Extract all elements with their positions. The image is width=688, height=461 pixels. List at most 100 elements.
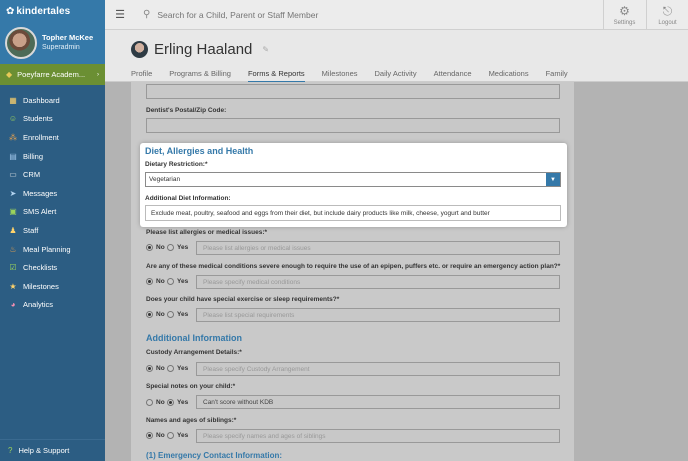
content-area: Dentist's Postal/Zip Code: Please list a… (105, 82, 688, 461)
sidebar-item-meal-planning[interactable]: ♨ Meal Planning (0, 240, 105, 259)
epipen-label: Are any of these medical conditions seve… (146, 263, 561, 270)
tab-daily-activity[interactable]: Daily Activity (375, 69, 417, 83)
siblings-label: Names and ages of siblings:* (146, 417, 237, 424)
postal-field[interactable] (146, 118, 560, 133)
child-avatar (131, 41, 148, 58)
tab-attendance[interactable]: Attendance (434, 69, 472, 83)
child-header: Erling Haaland ✎ Profile Programs & Bill… (105, 30, 688, 83)
help-label: Help & Support (18, 446, 70, 455)
special-notes-yes-radio[interactable]: Yes (167, 399, 188, 406)
chevron-right-icon: › (97, 71, 99, 78)
sidebar-item-analytics[interactable]: ◕ Analytics (0, 296, 105, 315)
milestones-icon: ★ (9, 281, 17, 291)
students-icon: ☺ (8, 114, 18, 124)
custody-no-radio[interactable]: No (146, 365, 165, 372)
diet-section-title: Diet, Allergies and Health (145, 146, 254, 156)
sidebar-nav: ▦ Dashboard ☺ Students ⁂ Enrollment ▤ Billin… (0, 91, 105, 314)
tab-programs-billing[interactable]: Programs & Billing (169, 69, 231, 83)
allergies-no-radio[interactable]: No (146, 244, 165, 251)
sidebar-item-label: Dashboard (23, 95, 60, 105)
checklist-icon: ☑ (9, 263, 17, 273)
tab-milestones[interactable]: Milestones (322, 69, 358, 83)
sidebar-item-students[interactable]: ☺ Students (0, 110, 105, 129)
settings-button[interactable]: ⚙ Settings (603, 0, 645, 30)
diet-info-field[interactable]: Exclude meat, poultry, seafood and eggs … (145, 205, 561, 221)
sidebar-item-label: SMS Alert (23, 207, 57, 217)
exercise-yes-radio[interactable]: Yes (167, 311, 188, 318)
school-selector[interactable]: ◆ Poeyfarre Academ... › (0, 64, 105, 85)
billing-icon: ▤ (9, 151, 17, 161)
sidebar-item-label: Milestones (23, 281, 59, 291)
custody-label: Custody Arrangement Details:* (146, 349, 242, 356)
epipen-yes-radio[interactable]: Yes (167, 278, 188, 285)
staff-icon: ♟ (9, 225, 17, 235)
sidebar-item-checklists[interactable]: ☑ Checklists (0, 258, 105, 277)
dashboard-icon: ▦ (9, 95, 17, 105)
tab-profile[interactable]: Profile (131, 69, 152, 83)
custody-field[interactable]: Please specify Custody Arrangement (196, 362, 560, 376)
user-avatar (5, 27, 37, 59)
tab-family[interactable]: Family (546, 69, 568, 83)
brand-name: kindertales (16, 5, 71, 17)
child-name: Erling Haaland (154, 41, 253, 58)
sidebar-item-dashboard[interactable]: ▦ Dashboard (0, 91, 105, 110)
menu-icon[interactable]: ☰ (105, 8, 135, 21)
siblings-yes-radio[interactable]: Yes (167, 432, 188, 439)
sidebar-item-messages[interactable]: ➤ Messages (0, 184, 105, 203)
allergies-field[interactable]: Please list allergies or medical issues (196, 241, 560, 255)
sidebar-item-label: Enrollment (23, 132, 59, 142)
dentist-address-field[interactable] (146, 84, 560, 99)
custody-yes-radio[interactable]: Yes (167, 365, 188, 372)
diet-allergies-section: Diet, Allergies and Health Dietary Restr… (140, 143, 567, 227)
help-icon: ? (8, 446, 13, 455)
logout-label: Logout (658, 19, 677, 26)
sms-icon: ▣ (9, 207, 17, 217)
sidebar-item-label: Meal Planning (23, 244, 71, 254)
user-profile[interactable]: Topher McKee Superadmin (0, 22, 105, 64)
logout-button[interactable]: ⎋ Logout (646, 0, 688, 30)
exercise-label: Does your child have special exercise or… (146, 296, 340, 303)
special-notes-no-radio[interactable]: No (146, 399, 165, 406)
emergency-contact-title: (1) Emergency Contact Information: (146, 451, 283, 460)
siblings-no-radio[interactable]: No (146, 432, 165, 439)
help-support-link[interactable]: ? Help & Support (0, 439, 105, 461)
sidebar-item-label: Staff (23, 225, 39, 235)
dietary-restriction-label: Dietary Restriction:* (145, 161, 208, 168)
dietary-restriction-select[interactable]: Vegetarian ▼ (145, 172, 561, 187)
sidebar-item-staff[interactable]: ♟ Staff (0, 221, 105, 240)
special-notes-field[interactable]: Can't score without KDB (196, 395, 560, 409)
sidebar-item-crm[interactable]: ▭ CRM (0, 165, 105, 184)
sidebar-item-label: CRM (23, 170, 41, 180)
siblings-field[interactable]: Please specify names and ages of sibling… (196, 429, 560, 443)
registration-form: Dentist's Postal/Zip Code: Please list a… (131, 82, 574, 461)
brand[interactable]: ✿ kindertales (0, 0, 105, 22)
search-input[interactable] (157, 9, 558, 20)
school-name: Poeyfarre Academ... (17, 70, 86, 79)
dietary-restriction-value: Vegetarian (149, 176, 181, 183)
sidebar-item-sms-alert[interactable]: ▣ SMS Alert (0, 203, 105, 222)
gear-icon: ⚙ (619, 3, 630, 18)
chevron-down-icon[interactable]: ▼ (546, 173, 560, 186)
diet-info-label: Additional Diet Information: (145, 195, 231, 202)
user-name: Topher McKee (42, 33, 94, 42)
crm-icon: ▭ (9, 170, 17, 180)
sidebar-item-label: Checklists (23, 263, 58, 273)
exercise-no-radio[interactable]: No (146, 311, 165, 318)
sidebar-item-enrollment[interactable]: ⁂ Enrollment (0, 128, 105, 147)
settings-label: Settings (613, 19, 636, 26)
sidebar-item-label: Students (23, 114, 53, 124)
school-icon: ◆ (6, 70, 13, 79)
exercise-field[interactable]: Please list special requirements (196, 308, 560, 322)
epipen-field[interactable]: Please specify medical conditions (196, 275, 560, 289)
tab-medications[interactable]: Medications (489, 69, 529, 83)
child-tabs: Profile Programs & Billing Forms & Repor… (131, 69, 585, 83)
user-role: Superadmin (42, 44, 80, 51)
special-notes-label: Special notes on your child:* (146, 383, 236, 390)
kindertales-logo-icon: ✿ (6, 5, 15, 17)
sidebar-item-milestones[interactable]: ★ Milestones (0, 277, 105, 296)
allergies-yes-radio[interactable]: Yes (167, 244, 188, 251)
sidebar-item-billing[interactable]: ▤ Billing (0, 147, 105, 166)
edit-icon[interactable]: ✎ (262, 45, 269, 54)
tab-forms-reports[interactable]: Forms & Reports (247, 69, 305, 83)
epipen-no-radio[interactable]: No (146, 278, 165, 285)
